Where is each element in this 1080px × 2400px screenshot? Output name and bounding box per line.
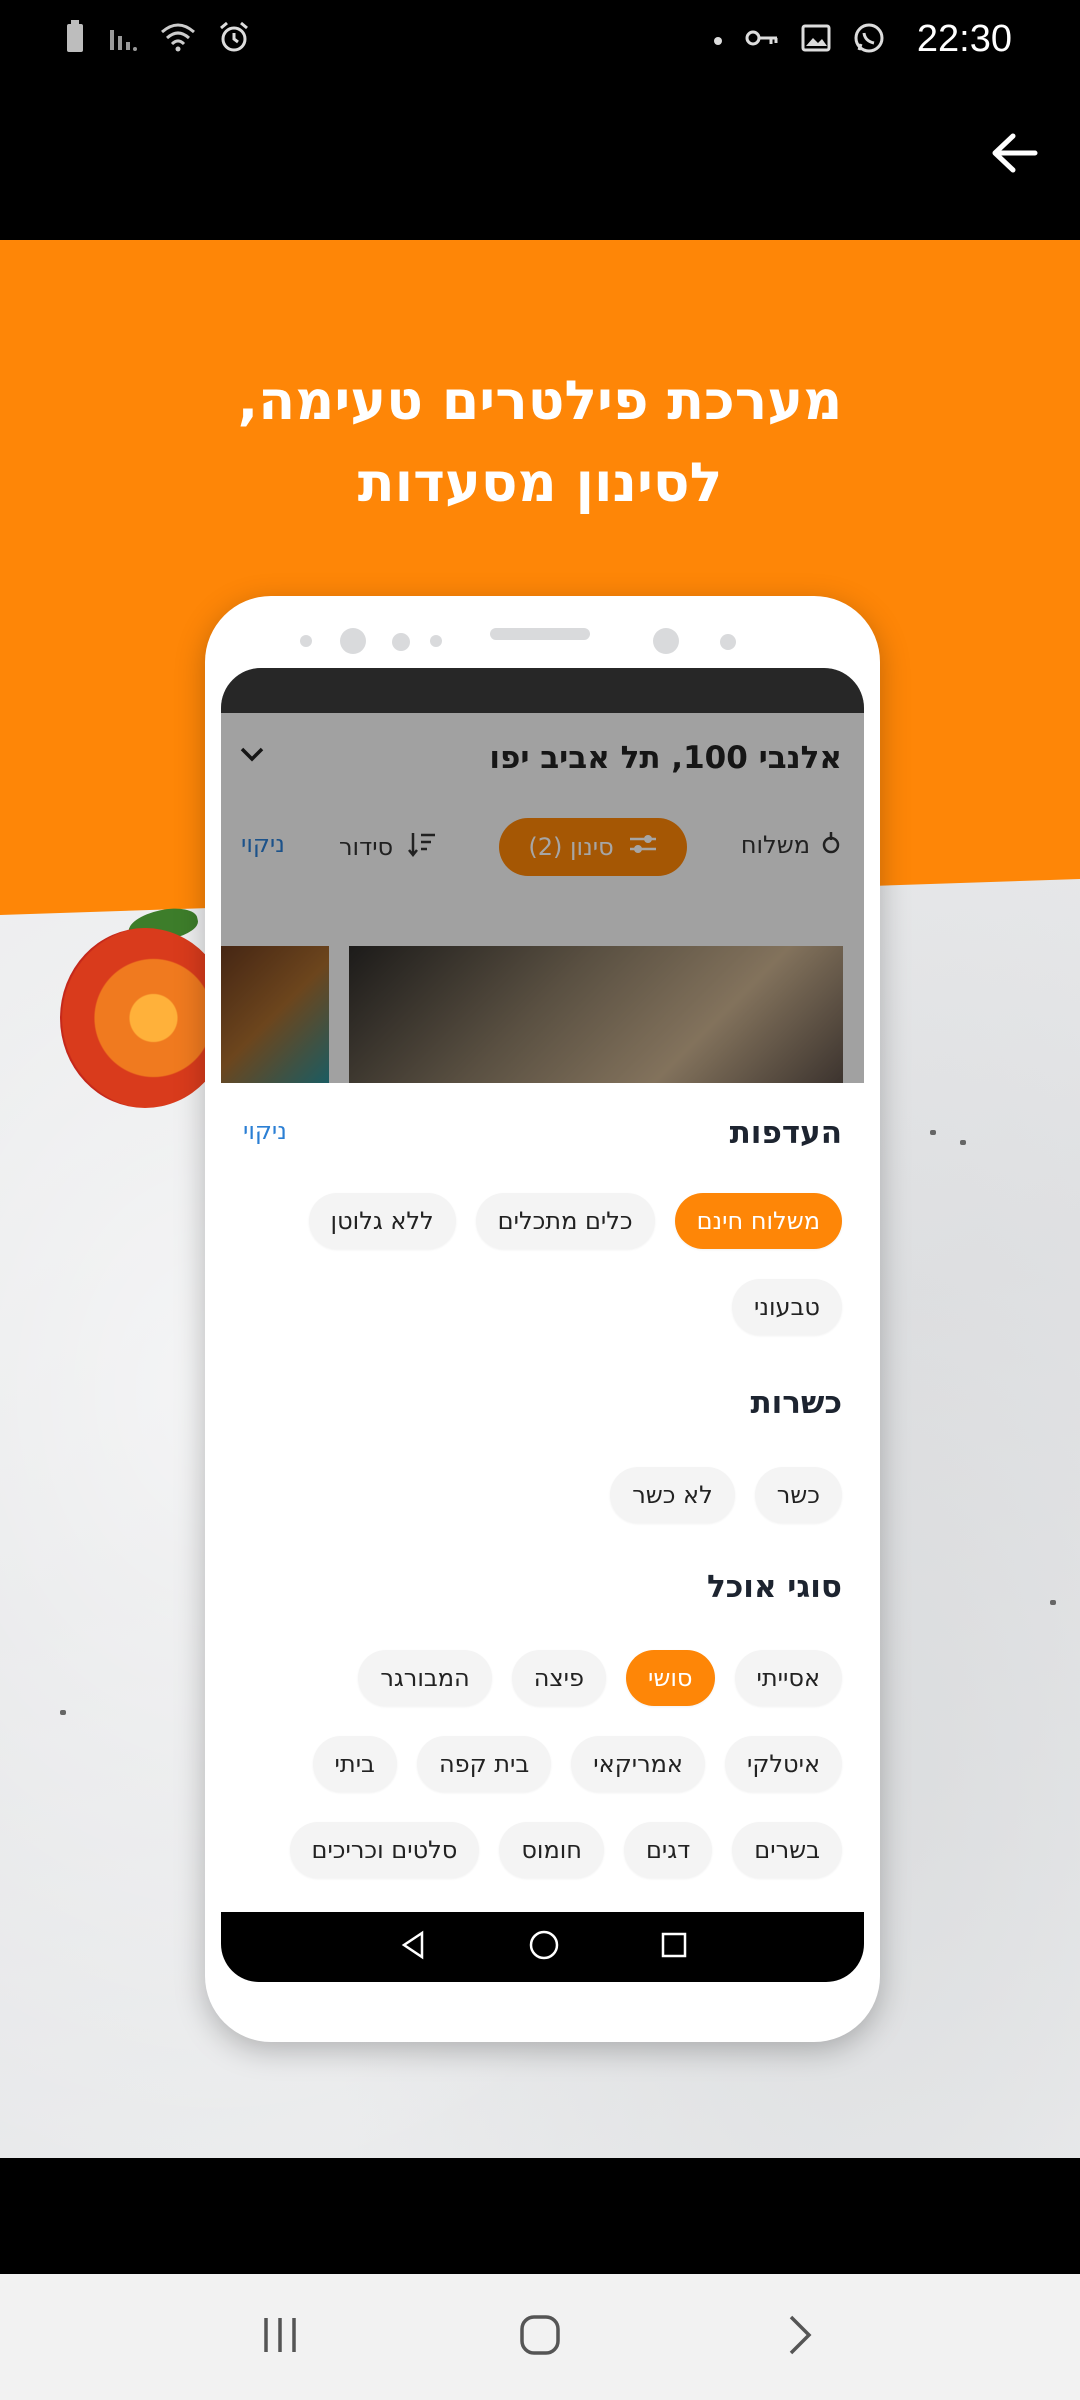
preferences-chips: משלוח חינם כלים מתכלים ללא גלוטן טבעוני [243,1193,842,1335]
bottom-black-area [0,2158,1080,2274]
crumb [960,1140,966,1145]
crumb [930,1130,936,1135]
system-nav-bar [0,2274,1080,2400]
headline-line-1: מערכת פילטרים טעימה, [237,369,843,432]
arrow-right-icon [991,133,1039,177]
circle-home-icon[interactable] [528,1929,560,1965]
chip-not-kosher[interactable]: לא כשר [610,1467,735,1523]
sheet-clear-link[interactable]: ניקוי [243,1117,287,1145]
chip-salads-sandwiches[interactable]: סלטים וכריכים [289,1822,480,1878]
home-icon [518,2313,562,2361]
filter-sheet: ניקוי העדפות משלוח חינם כלים מתכלים ללא … [221,1083,864,1913]
key-icon [745,26,779,54]
restaurant-list-header: אלנבי 100, תל אביב יפו משלוח סינון (2) ס… [221,668,864,1083]
battery-icon [64,20,86,58]
wifi-icon [160,22,196,56]
recents-button[interactable] [250,2307,310,2367]
status-bar: 22:30 [0,0,1080,80]
back-button[interactable] [980,120,1050,190]
phone-screen: אלנבי 100, תל אביב יפו משלוח סינון (2) ס… [221,668,864,1982]
chip-fish[interactable]: דגים [623,1822,713,1878]
chip-american[interactable]: אמריקאי [571,1736,705,1792]
chip-vegan[interactable]: טבעוני [732,1279,842,1335]
chip-cafe[interactable]: בית קפה [416,1736,552,1792]
chip-pizza[interactable]: פיצה [511,1650,607,1706]
signal-icon [108,22,138,56]
chip-burger[interactable]: המבורגר [358,1650,492,1706]
dot-icon [713,31,723,50]
promo-headline: מערכת פילטרים טעימה, לסינון מסעדות [0,360,1080,524]
sensor-dot [392,633,410,651]
square-recents-icon[interactable] [660,1931,688,1963]
crumb [1050,1600,1056,1605]
kosher-chips: כשר לא כשר [243,1467,842,1523]
alarm-icon [218,21,250,57]
app-top-bar [0,80,1080,240]
chip-sushi[interactable]: סושי [626,1650,715,1706]
chip-meat[interactable]: בשרים [732,1822,842,1878]
chip-italian[interactable]: איטלקי [724,1736,842,1792]
phone-top-bezel [205,596,880,666]
triangle-back-icon[interactable] [398,1930,428,1964]
chip-homestyle[interactable]: ביתי [312,1736,397,1792]
recents-icon [260,2316,300,2358]
back-nav-button[interactable] [770,2307,830,2367]
chip-kosher[interactable]: כשר [754,1467,842,1523]
section-title-preferences: העדפות [729,1115,842,1151]
clock: 22:30 [916,18,1012,60]
crumb [60,1710,66,1715]
sensor-dot [430,635,442,647]
chip-free-delivery[interactable]: משלוח חינם [674,1193,842,1249]
chevron-right-icon [787,2313,813,2361]
inner-nav-bar [221,1912,864,1982]
front-camera-dot [653,628,679,654]
chip-disposable-utensils[interactable]: כלים מתכלים [475,1193,655,1249]
sensor-dot [720,634,736,650]
status-icons-left [64,20,250,58]
chip-gluten-free[interactable]: ללא גלוטן [308,1193,456,1249]
headline-line-2: לסינון מסעדות [357,451,723,514]
camera-dot [340,628,366,654]
sensor-dot [300,635,312,647]
gallery-icon [801,24,831,56]
whatsapp-icon [853,22,885,58]
promo-slide: מערכת פילטרים טעימה, לסינון מסעדות אלנבי… [0,240,1080,2158]
dim-overlay [221,668,864,1083]
phone-mockup: אלנבי 100, תל אביב יפו משלוח סינון (2) ס… [205,596,880,2042]
section-title-food-types: סוגי אוכל [706,1569,842,1605]
speaker-grille [490,628,590,640]
food-type-chips: אסייתי סושי פיצה המבורגר איטלקי אמריקאי … [243,1650,842,1878]
home-button[interactable] [510,2307,570,2367]
section-title-kosher: כשרות [750,1385,842,1421]
chip-hummus[interactable]: חומוס [499,1822,604,1878]
status-icons-right [713,22,885,58]
chip-asian[interactable]: אסייתי [734,1650,842,1706]
